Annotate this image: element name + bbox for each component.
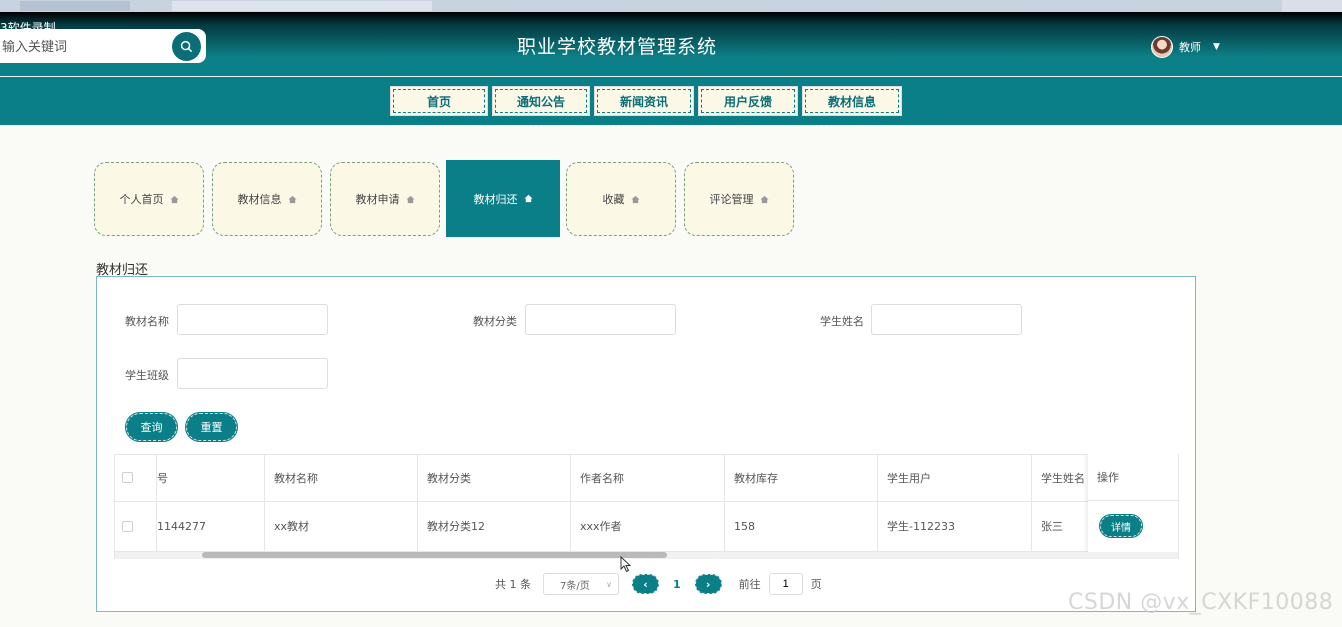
chevron-left-icon: ‹ (643, 577, 648, 591)
table-cell-student-name: 张三 (1041, 520, 1063, 533)
page-number[interactable]: 1 (673, 578, 681, 591)
home-icon (523, 194, 533, 203)
browser-tab[interactable] (20, 1, 130, 11)
row-checkbox[interactable] (122, 520, 133, 532)
user-name: 教师 (1179, 41, 1201, 54)
chevron-right-icon: › (705, 577, 711, 591)
prev-page-button[interactable]: ‹ (632, 574, 659, 594)
pagination: 共 1 条 7条/页 ∨ ‹ 1 › 前往 页 (495, 573, 822, 595)
table-cell-no: 1144277 (157, 501, 265, 551)
tab-label: 评论管理 (709, 193, 754, 206)
goto-page-input[interactable] (768, 573, 803, 595)
avatar (1151, 36, 1173, 58)
goto-label: 前往 (738, 578, 761, 591)
textbook-name-input[interactable] (177, 304, 328, 335)
chevron-down-icon: ▼ (1213, 42, 1220, 52)
select-all-checkbox[interactable] (122, 472, 133, 483)
tab-textbook-apply[interactable]: 教材申请 (330, 162, 440, 236)
select-all-cell (115, 454, 157, 501)
query-button[interactable]: 查询 (125, 412, 178, 442)
column-header-no[interactable]: 号 (157, 454, 265, 501)
next-page-button[interactable]: › (694, 574, 722, 594)
detail-button[interactable]: 详情 (1099, 514, 1143, 538)
horizontal-scrollbar-thumb[interactable] (202, 552, 667, 558)
tab-label: 收藏 (602, 193, 625, 206)
column-header-action: 操作 (1088, 454, 1178, 501)
filter-label-student-class: 学生班级 (125, 369, 169, 382)
table-cell-student-user: 学生-112233 (878, 501, 1032, 551)
reset-button[interactable]: 重置 (185, 412, 238, 442)
home-icon (287, 195, 297, 203)
home-icon (169, 195, 179, 203)
home-icon (405, 195, 415, 203)
filter-label-name: 教材名称 (125, 315, 169, 328)
filter-label-student-name: 学生姓名 (820, 315, 864, 328)
nav-item-news[interactable]: 新闻资讯 (594, 86, 694, 116)
column-header-student-user[interactable]: 学生用户 (878, 454, 1032, 501)
page-size-select[interactable]: 7条/页 ∨ (543, 573, 619, 595)
data-table: 号 教材名称 教材分类 作者名称 教材库存 学生用户 学生姓名 1144277 … (114, 454, 1179, 559)
tab-label: 教材归还 (473, 192, 518, 206)
site-title: 职业学校教材管理系统 (516, 36, 717, 58)
row-select-cell (115, 501, 157, 551)
filter-label-category: 教材分类 (473, 315, 517, 328)
column-header-stock[interactable]: 教材库存 (725, 454, 878, 501)
home-icon (759, 195, 769, 203)
student-class-input[interactable] (177, 358, 328, 389)
tab-label: 个人首页 (119, 193, 164, 206)
textbook-category-input[interactable] (525, 304, 676, 335)
column-header-name[interactable]: 教材名称 (265, 454, 418, 501)
table-cell-action: 详情 (1088, 501, 1178, 551)
main-nav: 首页 通知公告 新闻资讯 用户反馈 教材信息 (0, 76, 1342, 125)
table-cell-author: xxx作者 (571, 501, 725, 551)
nav-item-home[interactable]: 首页 (390, 86, 488, 116)
column-header-student-name[interactable]: 学生姓名 (1032, 454, 1088, 501)
table-cell-name: xx教材 (265, 501, 418, 551)
tab-comment-management[interactable]: 评论管理 (684, 162, 794, 236)
page-suffix: 页 (810, 578, 822, 591)
column-header-author[interactable]: 作者名称 (571, 454, 725, 501)
student-name-input[interactable] (871, 304, 1022, 335)
chevron-down-icon: ∨ (606, 579, 612, 589)
site-header: 3软件录制 职业学校教材管理系统 教师 ▼ (0, 12, 1342, 76)
nav-item-textbook-info[interactable]: 教材信息 (802, 86, 902, 116)
table-cell-stock: 158 (725, 501, 878, 551)
column-header-category[interactable]: 教材分类 (418, 454, 571, 501)
home-icon (630, 195, 640, 203)
nav-item-feedback[interactable]: 用户反馈 (698, 86, 798, 116)
tab-favorites[interactable]: 收藏 (566, 162, 676, 236)
fixed-action-column: 操作 详情 (1088, 454, 1178, 552)
tab-textbook-return[interactable]: 教材归还 (446, 160, 560, 237)
window-controls[interactable] (1282, 0, 1342, 12)
return-panel: 教材名称 教材分类 学生姓名 学生班级 查询 重置 号 教材名称 教材分类 作者… (96, 276, 1196, 612)
browser-tab-strip (0, 0, 1342, 12)
user-menu[interactable]: 教师 ▼ (1151, 36, 1220, 58)
browser-tab[interactable] (172, 1, 432, 11)
tab-personal-home[interactable]: 个人首页 (94, 162, 204, 236)
tab-label: 教材信息 (237, 193, 282, 206)
tab-textbook-info[interactable]: 教材信息 (212, 162, 322, 236)
watermark: CSDN @vx_CXKF10088 (1068, 590, 1334, 615)
total-count: 共 1 条 (495, 578, 531, 591)
page-size-value: 7条/页 (560, 580, 590, 592)
mouse-cursor-icon (620, 556, 632, 573)
tab-label: 教材申请 (355, 193, 400, 206)
table-cell-category: 教材分类12 (418, 501, 571, 551)
nav-item-notice[interactable]: 通知公告 (492, 86, 590, 116)
